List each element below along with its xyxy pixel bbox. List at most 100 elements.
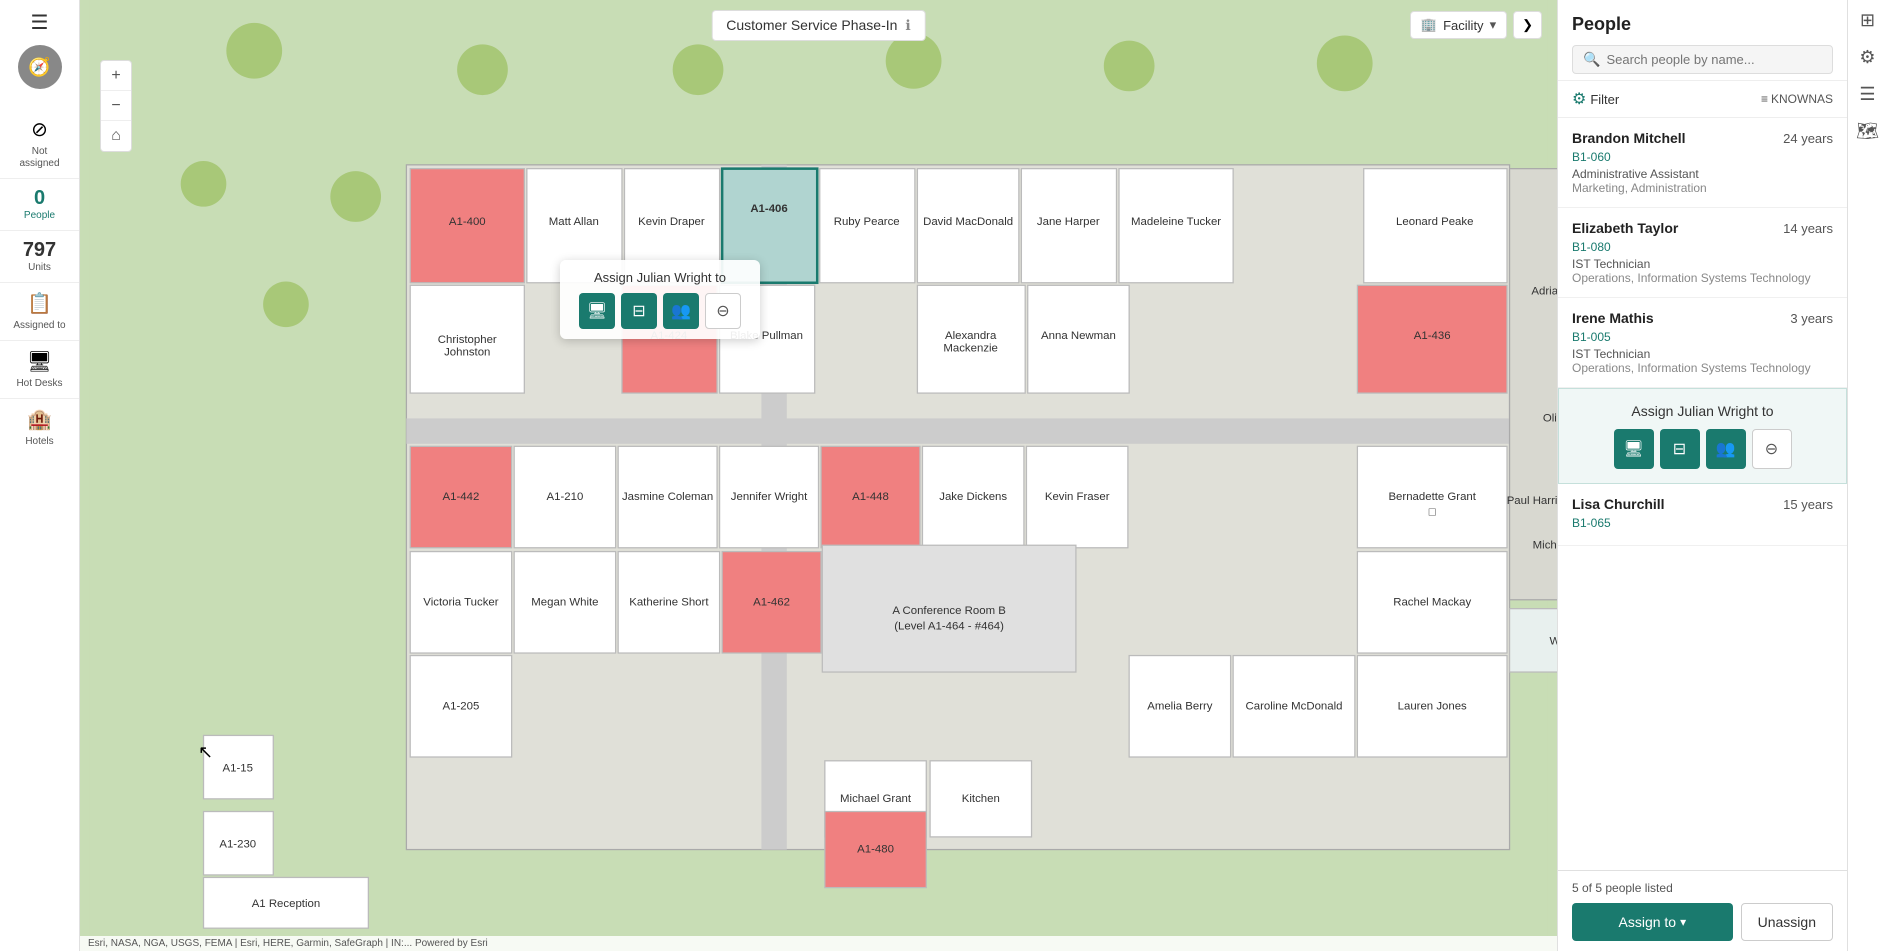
person-card-irene-mathis[interactable]: Irene Mathis 3 years B1-005 IST Technici… <box>1558 298 1847 388</box>
svg-text:A1-462: A1-462 <box>753 596 790 608</box>
person-name: Irene Mathis <box>1572 310 1654 326</box>
svg-text:Amelia Berry: Amelia Berry <box>1147 700 1213 712</box>
tree <box>330 171 381 222</box>
person-years: 15 years <box>1783 497 1833 512</box>
svg-text:David MacDonald: David MacDonald <box>923 216 1013 228</box>
tree <box>673 44 724 95</box>
svg-text:Mackenzie: Mackenzie <box>943 343 998 355</box>
assign-desk-button[interactable]: 🖥 <box>579 293 615 329</box>
assign-card-julian-wright: Assign Julian Wright to 🖥 ⊟ 👥 ⊖ <box>1558 388 1847 484</box>
not-assigned-icon: ⊘ <box>31 117 48 142</box>
search-input[interactable] <box>1606 52 1822 67</box>
assigned-to-icon: 📋 <box>27 291 52 316</box>
filter-button[interactable]: ⚙ Filter <box>1572 89 1619 109</box>
svg-text:Anna Newman: Anna Newman <box>1041 330 1116 342</box>
map-assign-popup: Assign Julian Wright to 🖥 ⊟ 👥 ⊖ <box>560 260 760 339</box>
person-title: IST Technician <box>1572 257 1833 271</box>
svg-text:Katherine Short: Katherine Short <box>629 596 709 608</box>
svg-text:Johnston: Johnston <box>444 347 490 359</box>
svg-text:Jennifer Wright: Jennifer Wright <box>731 491 808 503</box>
cursor-indicator: ↖ <box>198 742 213 763</box>
facility-dropdown-icon: ▾ <box>1490 17 1497 33</box>
sidebar-item-not-assigned[interactable]: ⊘ Notassigned <box>0 109 79 179</box>
expand-button[interactable]: ❯ <box>1513 11 1542 39</box>
svg-text:A1-210: A1-210 <box>547 491 584 503</box>
facility-label: Facility <box>1443 18 1483 33</box>
phase-title: Customer Service Phase-In ℹ <box>711 10 926 41</box>
menu-icon[interactable]: ☰ <box>31 10 49 35</box>
assign-card-remove-button[interactable]: ⊖ <box>1752 429 1792 469</box>
info-icon[interactable]: ℹ <box>905 17 910 34</box>
assign-people-button[interactable]: 👥 <box>663 293 699 329</box>
compass-button[interactable]: 🧭 <box>18 45 62 89</box>
person-room: B1-005 <box>1572 330 1833 344</box>
assign-card-title: Assign Julian Wright to <box>1573 403 1832 419</box>
list-icon[interactable]: ☰ <box>1859 84 1875 105</box>
attribution-bar: Esri, NASA, NGA, USGS, FEMA | Esri, HERE… <box>80 936 1557 951</box>
settings-icon[interactable]: ⚙ <box>1859 47 1875 68</box>
person-room: B1-080 <box>1572 240 1833 254</box>
floor-plan-svg[interactable]: A1-400 Matt Allan Kevin Draper A1-406 Ru… <box>80 0 1557 951</box>
people-label: People <box>24 210 55 222</box>
units-label: Units <box>28 262 51 274</box>
assign-to-label: Assign to <box>1619 914 1677 930</box>
person-card-elizabeth-taylor[interactable]: Elizabeth Taylor 14 years B1-080 IST Tec… <box>1558 208 1847 298</box>
search-icon: 🔍 <box>1583 51 1600 68</box>
unassign-button[interactable]: Unassign <box>1741 903 1833 941</box>
assign-table-button[interactable]: ⊟ <box>621 293 657 329</box>
sidebar-item-hotels[interactable]: 🏨 Hotels <box>0 399 79 456</box>
person-years: 3 years <box>1790 311 1833 326</box>
svg-text:A1-406: A1-406 <box>750 203 787 215</box>
svg-text:Jake Dickens: Jake Dickens <box>939 491 1007 503</box>
search-box[interactable]: 🔍 <box>1572 45 1833 74</box>
right-panel-title: People <box>1572 14 1833 35</box>
map-area[interactable]: Customer Service Phase-In ℹ 🏢 Facility ▾… <box>80 0 1557 951</box>
layers-icon[interactable]: ⊞ <box>1860 10 1875 31</box>
top-bar: Customer Service Phase-In ℹ 🏢 Facility ▾… <box>80 0 1557 50</box>
svg-text:Kevin Fraser: Kevin Fraser <box>1045 491 1110 503</box>
assign-card-table-button[interactable]: ⊟ <box>1660 429 1700 469</box>
svg-text:Caroline McDonald: Caroline McDonald <box>1246 700 1343 712</box>
map-zoom-controls: + − ⌂ <box>100 60 132 152</box>
map-icon[interactable]: 🗺 <box>1856 121 1879 142</box>
right-building <box>1510 169 1557 600</box>
sidebar-item-assigned-to[interactable]: 📋 Assigned to <box>0 283 79 341</box>
svg-text:Madeleine Tucker: Madeleine Tucker <box>1131 216 1221 228</box>
assign-to-button[interactable]: Assign to ▾ <box>1572 903 1733 941</box>
far-right-panel: ⊞ ⚙ ☰ 🗺 <box>1847 0 1887 951</box>
person-title: Administrative Assistant <box>1572 167 1833 181</box>
person-name: Elizabeth Taylor <box>1572 220 1678 236</box>
hot-desks-icon: 🖥 <box>27 349 52 374</box>
right-panel-header: People 🔍 <box>1558 0 1847 81</box>
svg-text:Rachel Mackay: Rachel Mackay <box>1393 596 1471 608</box>
not-assigned-label: Notassigned <box>19 146 59 170</box>
assign-card-people-button[interactable]: 👥 <box>1706 429 1746 469</box>
person-years: 24 years <box>1783 131 1833 146</box>
knownas-button[interactable]: ≡ KNOWNAS <box>1761 92 1833 106</box>
svg-text:(Level A1-464 - #464): (Level A1-464 - #464) <box>894 620 1004 632</box>
knownas-icon: ≡ <box>1761 92 1768 106</box>
person-card-lisa-churchill[interactable]: Lisa Churchill 15 years B1-065 <box>1558 484 1847 546</box>
svg-text:Alexandra: Alexandra <box>945 330 997 342</box>
svg-text:Jasmine Coleman: Jasmine Coleman <box>622 491 713 503</box>
facility-icon: 🏢 <box>1421 17 1437 33</box>
zoom-in-button[interactable]: + <box>101 61 131 91</box>
svg-text:A1-436: A1-436 <box>1414 330 1451 342</box>
svg-text:Michael Langdo: Michael Langdo <box>1533 539 1557 551</box>
facility-button[interactable]: 🏢 Facility ▾ <box>1410 11 1507 39</box>
sidebar-item-hot-desks[interactable]: 🖥 Hot Desks <box>0 341 79 399</box>
svg-text:Leonard Peake: Leonard Peake <box>1396 216 1473 228</box>
assign-card-desk-button[interactable]: 🖥 <box>1614 429 1654 469</box>
people-count-value: 0 <box>34 187 45 210</box>
home-button[interactable]: ⌂ <box>101 121 131 151</box>
person-card-brandon-mitchell[interactable]: Brandon Mitchell 24 years B1-060 Adminis… <box>1558 118 1847 208</box>
sidebar-item-people[interactable]: 0 People <box>0 179 79 231</box>
assign-remove-button[interactable]: ⊖ <box>705 293 741 329</box>
filter-icon: ⚙ <box>1572 89 1586 109</box>
svg-text:Christopher: Christopher <box>438 334 497 346</box>
svg-text:Matt Allan: Matt Allan <box>549 216 599 228</box>
corridor <box>406 418 1509 443</box>
zoom-out-button[interactable]: − <box>101 91 131 121</box>
svg-text:Bernadette Grant: Bernadette Grant <box>1388 491 1476 503</box>
sidebar-item-units[interactable]: 797 Units <box>0 231 79 283</box>
